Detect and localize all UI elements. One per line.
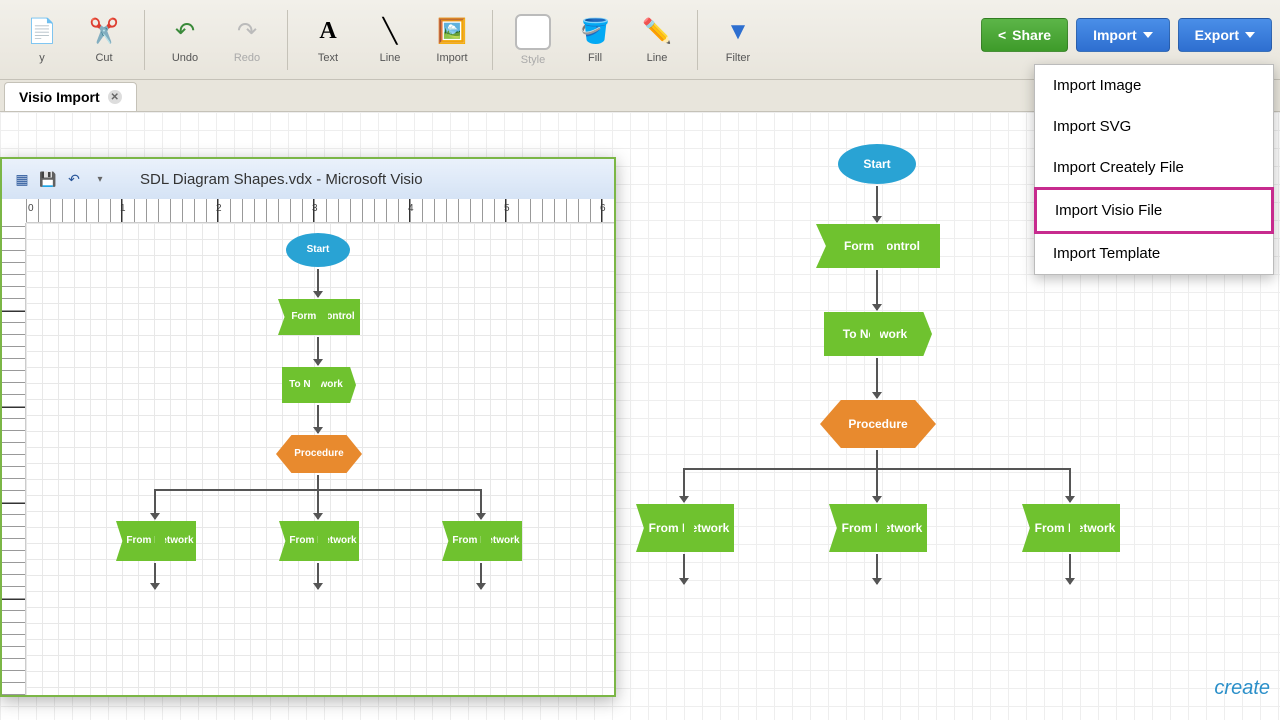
shape-start[interactable]: Start	[838, 144, 916, 184]
shape-form-control[interactable]: Form Control	[816, 224, 940, 268]
share-button[interactable]: < Share	[981, 18, 1068, 52]
text-icon: A	[312, 16, 344, 48]
dropdown-item-import-svg[interactable]: Import SVG	[1035, 106, 1273, 147]
connector	[317, 489, 319, 519]
line-button[interactable]: ╲ Line	[360, 7, 420, 73]
connector	[876, 270, 878, 310]
ruler-vertical	[2, 223, 26, 695]
connector	[876, 186, 878, 222]
connector	[317, 337, 319, 365]
shape-from-network-1[interactable]: From Network	[636, 504, 734, 552]
close-icon[interactable]: ✕	[108, 90, 122, 104]
visio-window: ▦ 💾 ↶ ▾ SDL Diagram Shapes.vdx - Microso…	[0, 157, 616, 697]
connector	[1069, 554, 1071, 584]
connector	[317, 269, 319, 297]
shape-to-network[interactable]: To Network	[824, 312, 932, 356]
save-icon[interactable]: 💾	[38, 169, 58, 189]
visio-title-text: SDL Diagram Shapes.vdx - Microsoft Visio	[140, 171, 423, 188]
fill-button[interactable]: 🪣 Fill	[565, 7, 625, 73]
chevron-down-icon	[1143, 32, 1153, 38]
shape-procedure[interactable]: Procedure	[820, 400, 936, 448]
dropdown-item-import-template[interactable]: Import Template	[1035, 233, 1273, 274]
connector	[876, 554, 878, 584]
chevron-down-icon	[1245, 32, 1255, 38]
undo-button[interactable]: ↶ Undo	[155, 7, 215, 73]
visio-canvas[interactable]: Start Form Control To Network Procedure …	[26, 223, 614, 695]
redo-button[interactable]: ↷ Redo	[217, 7, 277, 73]
cut-button[interactable]: ✂️ Cut	[74, 7, 134, 73]
visio-app-icon: ▦	[12, 169, 32, 189]
ruler-horizontal: 0 1 2 3 4 5 6	[26, 199, 614, 223]
connector	[154, 563, 156, 589]
import-icon: 🖼️	[436, 16, 468, 48]
line-icon: ╲	[374, 16, 406, 48]
dropdown-item-import-creately[interactable]: Import Creately File	[1035, 147, 1273, 188]
filter-button[interactable]: ▼ Filter	[708, 7, 768, 73]
connector	[154, 489, 156, 519]
style-icon	[515, 14, 551, 50]
share-icon: <	[998, 27, 1006, 43]
style-button[interactable]: Style	[503, 7, 563, 73]
copy-icon: 📄	[26, 16, 58, 48]
shape-procedure[interactable]: Procedure	[276, 435, 362, 473]
connector	[876, 468, 878, 502]
redo-icon: ↷	[231, 16, 263, 48]
connector	[480, 563, 482, 589]
import-dropdown-button[interactable]: Import	[1076, 18, 1170, 52]
export-dropdown-button[interactable]: Export	[1178, 18, 1272, 52]
shape-to-network[interactable]: To Network	[282, 367, 356, 403]
shape-from-network-2[interactable]: From Network	[829, 504, 927, 552]
dropdown-item-import-image[interactable]: Import Image	[1035, 65, 1273, 106]
import-button[interactable]: 🖼️ Import	[422, 7, 482, 73]
connector	[876, 358, 878, 398]
dropdown-icon[interactable]: ▾	[90, 169, 110, 189]
connector	[317, 405, 319, 433]
shape-start[interactable]: Start	[286, 233, 350, 267]
connector	[1069, 468, 1071, 502]
creately-logo: create	[1214, 677, 1270, 700]
scissors-icon: ✂️	[88, 16, 120, 48]
tab-visio-import[interactable]: Visio Import ✕	[4, 82, 137, 111]
connector	[876, 450, 878, 470]
dropdown-item-import-visio[interactable]: Import Visio File	[1034, 187, 1274, 234]
undo-icon: ↶	[169, 16, 201, 48]
connector	[317, 563, 319, 589]
filter-icon: ▼	[722, 16, 754, 48]
undo-icon[interactable]: ↶	[64, 169, 84, 189]
pencil-icon: ✏️	[641, 16, 673, 48]
connector	[683, 554, 685, 584]
shape-from-network-1[interactable]: From Network	[116, 521, 196, 561]
shape-from-network-2[interactable]: From Network	[279, 521, 359, 561]
shape-form-control[interactable]: Form Control	[278, 299, 360, 335]
text-button[interactable]: A Text	[298, 7, 358, 73]
connector	[683, 468, 685, 502]
shape-from-network-3[interactable]: From Network	[442, 521, 522, 561]
copy-button[interactable]: 📄 y	[12, 7, 72, 73]
shape-from-network-3[interactable]: From Network	[1022, 504, 1120, 552]
fill-icon: 🪣	[579, 16, 611, 48]
line-style-button[interactable]: ✏️ Line	[627, 7, 687, 73]
visio-titlebar: ▦ 💾 ↶ ▾ SDL Diagram Shapes.vdx - Microso…	[2, 159, 614, 199]
connector	[480, 489, 482, 519]
import-dropdown-menu: Import Image Import SVG Import Creately …	[1034, 64, 1274, 275]
